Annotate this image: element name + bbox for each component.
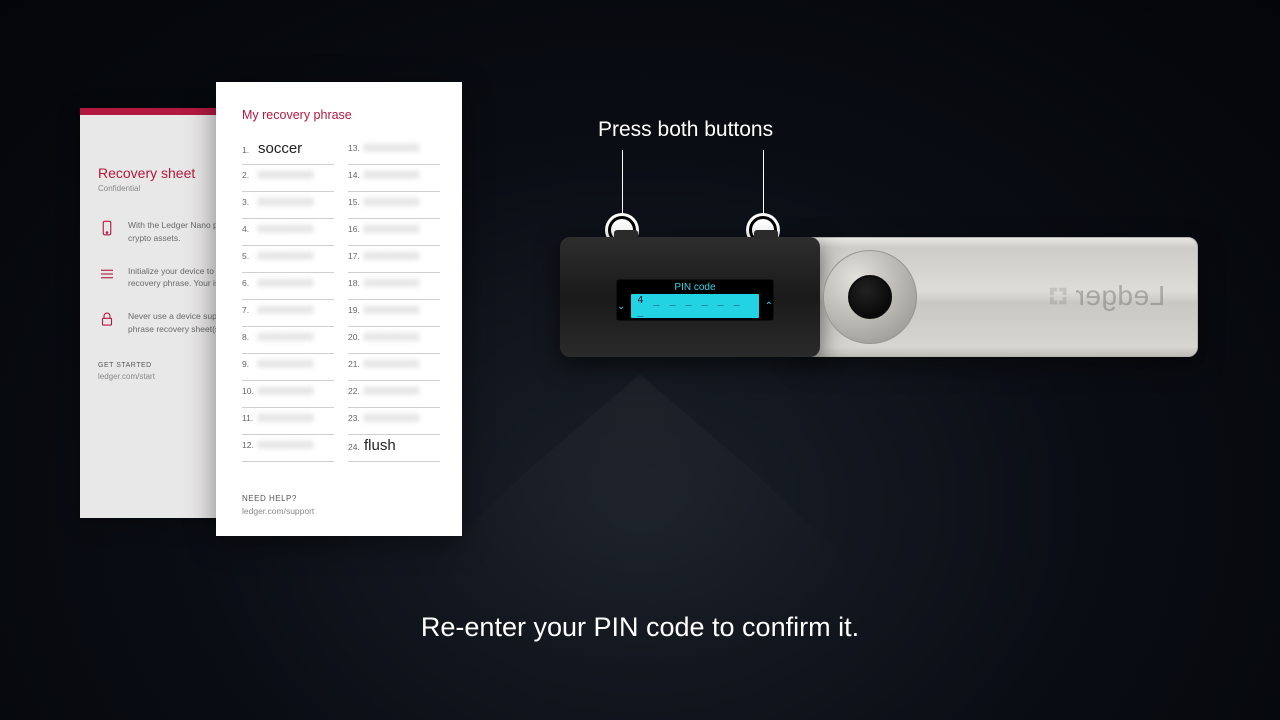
phrase-word-row: 4.xxxxxxxx (242, 221, 334, 246)
phrase-word-number: 12. (242, 440, 258, 450)
phrase-word-number: 21. (348, 359, 364, 369)
phrase-word-number: 19. (348, 305, 364, 315)
phrase-word-number: 5. (242, 251, 258, 261)
phrase-word-row: 2.xxxxxxxx (242, 167, 334, 192)
phrase-word-row: 20.xxxxxxxx (348, 329, 440, 354)
phrase-word-number: 3. (242, 197, 258, 207)
phrase-word-row: 3.xxxxxxxx (242, 194, 334, 219)
chevron-down-icon: ⌄ (617, 301, 625, 312)
phrase-word-row: 9.xxxxxxxx (242, 356, 334, 381)
phrase-word-row: 24.flush (348, 437, 440, 462)
phrase-word-row: 10.xxxxxxxx (242, 383, 334, 408)
phrase-word-text: xxxxxxxx (364, 302, 420, 316)
phrase-word-number: 13. (348, 143, 364, 153)
phrase-word-row: 11.xxxxxxxx (242, 410, 334, 435)
phrase-word-text: xxxxxxxx (258, 221, 314, 235)
ledger-device: Ledger PIN code ⌄ 4 _ _ _ _ _ _ _ ⌃ (560, 237, 1200, 365)
hardware-button-left[interactable] (614, 230, 638, 240)
phrase-word-text: xxxxxxxx (364, 167, 420, 181)
device-screen: PIN code ⌄ 4 _ _ _ _ _ _ _ ⌃ (616, 279, 774, 321)
phrase-word-text: xxxxxxxx (364, 356, 420, 370)
phrase-word-row: 5.xxxxxxxx (242, 248, 334, 273)
phrase-word-number: 6. (242, 278, 258, 288)
phrase-word-text: xxxxxxxx (258, 329, 314, 343)
phrase-word-text: xxxxxxxx (364, 140, 420, 154)
phrase-word-number: 10. (242, 386, 258, 396)
phrase-word-text: xxxxxxxx (258, 302, 314, 316)
phrase-word-text: xxxxxxxx (364, 410, 420, 424)
ledger-brand-icon (1047, 285, 1069, 307)
phrase-word-row: 17.xxxxxxxx (348, 248, 440, 273)
phrase-word-row: 1.soccer (242, 140, 334, 165)
pin-entry-field[interactable]: 4 _ _ _ _ _ _ _ (631, 294, 758, 318)
phrase-word-number: 18. (348, 278, 364, 288)
phrase-word-number: 11. (242, 413, 258, 423)
phrase-word-row: 13.xxxxxxxx (348, 140, 440, 165)
callout-line-left (622, 150, 623, 216)
phrase-word-number: 22. (348, 386, 364, 396)
phrase-word-number: 23. (348, 413, 364, 423)
phrase-word-number: 1. (242, 145, 258, 155)
phrase-word-row: 22.xxxxxxxx (348, 383, 440, 408)
hardware-button-right[interactable] (754, 230, 778, 240)
phrase-word-number: 20. (348, 332, 364, 342)
phrase-word-text: xxxxxxxx (364, 194, 420, 208)
phrase-word-row: 23.xxxxxxxx (348, 410, 440, 435)
phrase-word-row: 14.xxxxxxxx (348, 167, 440, 192)
instruction-text: Re-enter your PIN code to confirm it. (0, 612, 1280, 643)
recovery-phrase-card: My recovery phrase 1.soccer2.xxxxxxxx3.x… (216, 82, 462, 536)
phrase-word-row: 21.xxxxxxxx (348, 356, 440, 381)
device-icon (98, 219, 116, 237)
chevron-up-icon: ⌃ (765, 301, 773, 312)
phrase-word-number: 8. (242, 332, 258, 342)
phrase-word-text: soccer (258, 140, 302, 157)
lock-icon (98, 310, 116, 328)
phrase-word-row: 12.xxxxxxxx (242, 437, 334, 462)
phrase-word-text: flush (364, 437, 396, 454)
phrase-column-1: 1.soccer2.xxxxxxxx3.xxxxxxxx4.xxxxxxxx5.… (242, 140, 334, 464)
phrase-word-number: 14. (348, 170, 364, 180)
phrase-word-number: 4. (242, 224, 258, 234)
phrase-word-number: 17. (348, 251, 364, 261)
phrase-word-text: xxxxxxxx (364, 383, 420, 397)
phrase-word-row: 19.xxxxxxxx (348, 302, 440, 327)
phrase-word-number: 24. (348, 442, 364, 452)
callout-line-right (763, 150, 764, 216)
phrase-word-number: 16. (348, 224, 364, 234)
phrase-word-text: xxxxxxxx (258, 167, 314, 181)
list-icon (98, 265, 116, 283)
phrase-word-text: xxxxxxxx (364, 329, 420, 343)
phrase-word-text: xxxxxxxx (258, 248, 314, 262)
phrase-help-label: NEED HELP? (242, 494, 440, 503)
phrase-word-row: 15.xxxxxxxx (348, 194, 440, 219)
phrase-word-text: xxxxxxxx (258, 194, 314, 208)
phrase-word-text: xxxxxxxx (258, 410, 314, 424)
phrase-word-row: 6.xxxxxxxx (242, 275, 334, 300)
phrase-word-number: 9. (242, 359, 258, 369)
phrase-word-text: xxxxxxxx (364, 248, 420, 262)
phrase-word-text: xxxxxxxx (364, 221, 420, 235)
phrase-word-row: 8.xxxxxxxx (242, 329, 334, 354)
screen-title: PIN code (674, 282, 715, 293)
phrase-word-number: 15. (348, 197, 364, 207)
device-body: PIN code ⌄ 4 _ _ _ _ _ _ _ ⌃ (560, 237, 820, 357)
phrase-word-row: 16.xxxxxxxx (348, 221, 440, 246)
phrase-word-number: 7. (242, 305, 258, 315)
phrase-word-number: 2. (242, 170, 258, 180)
phrase-word-text: xxxxxxxx (364, 275, 420, 289)
phrase-column-2: 13.xxxxxxxx14.xxxxxxxx15.xxxxxxxx16.xxxx… (348, 140, 440, 464)
phrase-word-text: xxxxxxxx (258, 383, 314, 397)
device-pivot-hole (848, 275, 892, 319)
phrase-word-text: xxxxxxxx (258, 356, 314, 370)
phrase-help-link: ledger.com/support (242, 506, 440, 516)
phrase-word-text: xxxxxxxx (258, 437, 314, 451)
callout-label: Press both buttons (598, 118, 773, 142)
brand-text: Ledger (1075, 280, 1165, 312)
phrase-word-row: 18.xxxxxxxx (348, 275, 440, 300)
phrase-word-row: 7.xxxxxxxx (242, 302, 334, 327)
phrase-word-text: xxxxxxxx (258, 275, 314, 289)
phrase-card-title: My recovery phrase (242, 108, 440, 122)
ledger-logo: Ledger (1047, 280, 1165, 312)
